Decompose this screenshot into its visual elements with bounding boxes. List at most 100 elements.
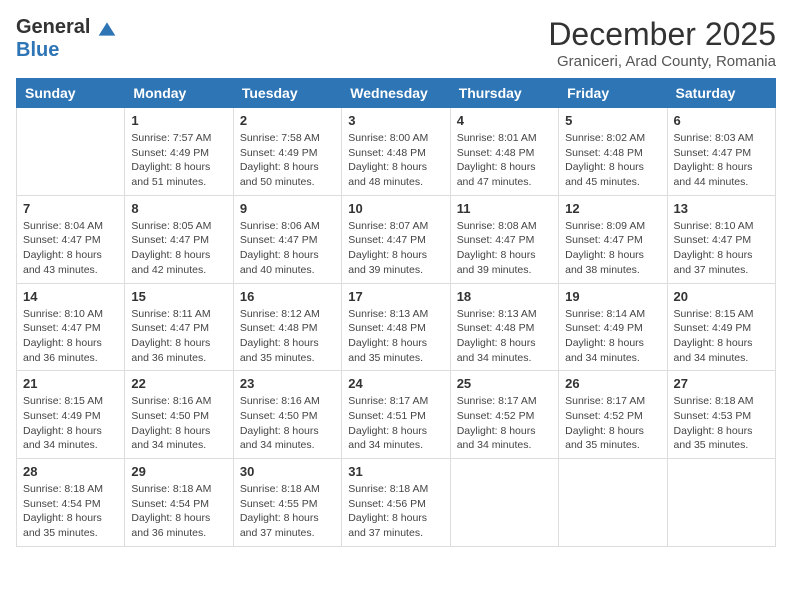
calendar-week-row: 7 Sunrise: 8:04 AMSunset: 4:47 PMDaylight… xyxy=(17,195,776,283)
calendar-cell xyxy=(450,459,558,547)
day-info: Sunrise: 8:16 AMSunset: 4:50 PMDaylight:… xyxy=(240,394,335,453)
day-number: 11 xyxy=(457,201,552,216)
calendar-cell: 5 Sunrise: 8:02 AMSunset: 4:48 PMDaylight… xyxy=(559,108,667,196)
calendar-week-row: 21 Sunrise: 8:15 AMSunset: 4:49 PMDayligh… xyxy=(17,371,776,459)
day-info: Sunrise: 8:17 AMSunset: 4:51 PMDaylight:… xyxy=(348,394,443,453)
day-info: Sunrise: 8:08 AMSunset: 4:47 PMDaylight:… xyxy=(457,219,552,278)
calendar-cell: 11 Sunrise: 8:08 AMSunset: 4:47 PMDayligh… xyxy=(450,195,558,283)
day-number: 20 xyxy=(674,289,769,304)
day-info: Sunrise: 8:16 AMSunset: 4:50 PMDaylight:… xyxy=(131,394,226,453)
day-info: Sunrise: 8:17 AMSunset: 4:52 PMDaylight:… xyxy=(457,394,552,453)
day-number: 13 xyxy=(674,201,769,216)
logo-blue: Blue xyxy=(16,39,117,61)
logo: General Blue xyxy=(16,16,117,61)
calendar-header-row: SundayMondayTuesdayWednesdayThursdayFrid… xyxy=(17,79,776,108)
day-info: Sunrise: 8:14 AMSunset: 4:49 PMDaylight:… xyxy=(565,307,660,366)
day-info: Sunrise: 8:09 AMSunset: 4:47 PMDaylight:… xyxy=(565,219,660,278)
day-number: 27 xyxy=(674,376,769,391)
calendar-week-row: 14Sunrise: 8:10 AMSunset: 4:47 PMDayligh… xyxy=(17,283,776,371)
logo-arrow-icon xyxy=(97,19,117,39)
day-number: 6 xyxy=(674,113,769,128)
weekday-header-monday: Monday xyxy=(125,79,233,108)
day-info: Sunrise: 8:06 AMSunset: 4:47 PMDaylight:… xyxy=(240,219,335,278)
weekday-header-friday: Friday xyxy=(559,79,667,108)
calendar-cell: 1 Sunrise: 7:57 AMSunset: 4:49 PMDaylight… xyxy=(125,108,233,196)
day-info: Sunrise: 8:10 AMSunset: 4:47 PMDaylight:… xyxy=(674,219,769,278)
day-number: 21 xyxy=(23,376,118,391)
day-info: Sunrise: 8:17 AMSunset: 4:52 PMDaylight:… xyxy=(565,394,660,453)
calendar-cell xyxy=(559,459,667,547)
day-info: Sunrise: 8:12 AMSunset: 4:48 PMDaylight:… xyxy=(240,307,335,366)
calendar-cell: 16 Sunrise: 8:12 AMSunset: 4:48 PMDayligh… xyxy=(233,283,341,371)
calendar-cell: 27 Sunrise: 8:18 AMSunset: 4:53 PMDayligh… xyxy=(667,371,775,459)
day-info: Sunrise: 7:58 AMSunset: 4:49 PMDaylight:… xyxy=(240,131,335,190)
calendar-cell: 8 Sunrise: 8:05 AMSunset: 4:47 PMDaylight… xyxy=(125,195,233,283)
day-info: Sunrise: 8:18 AMSunset: 4:53 PMDaylight:… xyxy=(674,394,769,453)
weekday-header-wednesday: Wednesday xyxy=(342,79,450,108)
day-number: 15 xyxy=(131,289,226,304)
day-number: 18 xyxy=(457,289,552,304)
month-title: December 2025 xyxy=(548,16,776,53)
calendar-table: SundayMondayTuesdayWednesdayThursdayFrid… xyxy=(16,78,776,547)
logo-general: General xyxy=(16,16,117,39)
day-info: Sunrise: 7:57 AMSunset: 4:49 PMDaylight:… xyxy=(131,131,226,190)
day-info: Sunrise: 8:13 AMSunset: 4:48 PMDaylight:… xyxy=(457,307,552,366)
day-number: 24 xyxy=(348,376,443,391)
calendar-cell: 7 Sunrise: 8:04 AMSunset: 4:47 PMDaylight… xyxy=(17,195,125,283)
day-number: 25 xyxy=(457,376,552,391)
day-info: Sunrise: 8:11 AMSunset: 4:47 PMDaylight:… xyxy=(131,307,226,366)
day-number: 1 xyxy=(131,113,226,128)
calendar-cell: 4Sunrise: 8:01 AMSunset: 4:48 PMDaylight… xyxy=(450,108,558,196)
calendar-week-row: 1 Sunrise: 7:57 AMSunset: 4:49 PMDaylight… xyxy=(17,108,776,196)
day-number: 8 xyxy=(131,201,226,216)
day-info: Sunrise: 8:05 AMSunset: 4:47 PMDaylight:… xyxy=(131,219,226,278)
weekday-header-tuesday: Tuesday xyxy=(233,79,341,108)
day-info: Sunrise: 8:18 AMSunset: 4:54 PMDaylight:… xyxy=(23,482,118,541)
calendar-cell: 24 Sunrise: 8:17 AMSunset: 4:51 PMDayligh… xyxy=(342,371,450,459)
day-info: Sunrise: 8:18 AMSunset: 4:55 PMDaylight:… xyxy=(240,482,335,541)
day-number: 2 xyxy=(240,113,335,128)
day-number: 3 xyxy=(348,113,443,128)
calendar-cell xyxy=(667,459,775,547)
day-info: Sunrise: 8:18 AMSunset: 4:56 PMDaylight:… xyxy=(348,482,443,541)
day-info: Sunrise: 8:13 AMSunset: 4:48 PMDaylight:… xyxy=(348,307,443,366)
weekday-header-thursday: Thursday xyxy=(450,79,558,108)
calendar-cell: 19 Sunrise: 8:14 AMSunset: 4:49 PMDayligh… xyxy=(559,283,667,371)
day-info: Sunrise: 8:15 AMSunset: 4:49 PMDaylight:… xyxy=(674,307,769,366)
calendar-cell: 29 Sunrise: 8:18 AMSunset: 4:54 PMDayligh… xyxy=(125,459,233,547)
day-info: Sunrise: 8:03 AMSunset: 4:47 PMDaylight:… xyxy=(674,131,769,190)
day-info: Sunrise: 8:04 AMSunset: 4:47 PMDaylight:… xyxy=(23,219,118,278)
day-number: 26 xyxy=(565,376,660,391)
day-number: 7 xyxy=(23,201,118,216)
day-number: 12 xyxy=(565,201,660,216)
day-number: 19 xyxy=(565,289,660,304)
weekday-header-sunday: Sunday xyxy=(17,79,125,108)
calendar-cell: 9 Sunrise: 8:06 AMSunset: 4:47 PMDaylight… xyxy=(233,195,341,283)
day-number: 9 xyxy=(240,201,335,216)
location: Graniceri, Arad County, Romania xyxy=(548,53,776,70)
day-number: 30 xyxy=(240,464,335,479)
calendar-cell: 21 Sunrise: 8:15 AMSunset: 4:49 PMDayligh… xyxy=(17,371,125,459)
day-number: 28 xyxy=(23,464,118,479)
day-info: Sunrise: 8:02 AMSunset: 4:48 PMDaylight:… xyxy=(565,131,660,190)
calendar-cell: 2 Sunrise: 7:58 AMSunset: 4:49 PMDaylight… xyxy=(233,108,341,196)
day-info: Sunrise: 8:00 AMSunset: 4:48 PMDaylight:… xyxy=(348,131,443,190)
calendar-cell xyxy=(17,108,125,196)
calendar-cell: 28 Sunrise: 8:18 AMSunset: 4:54 PMDayligh… xyxy=(17,459,125,547)
day-number: 16 xyxy=(240,289,335,304)
day-number: 23 xyxy=(240,376,335,391)
day-number: 5 xyxy=(565,113,660,128)
day-info: Sunrise: 8:01 AMSunset: 4:48 PMDaylight:… xyxy=(457,131,552,190)
calendar-cell: 25 Sunrise: 8:17 AMSunset: 4:52 PMDayligh… xyxy=(450,371,558,459)
day-info: Sunrise: 8:07 AMSunset: 4:47 PMDaylight:… xyxy=(348,219,443,278)
calendar-cell: 13 Sunrise: 8:10 AMSunset: 4:47 PMDayligh… xyxy=(667,195,775,283)
day-number: 29 xyxy=(131,464,226,479)
day-info: Sunrise: 8:15 AMSunset: 4:49 PMDaylight:… xyxy=(23,394,118,453)
day-info: Sunrise: 8:18 AMSunset: 4:54 PMDaylight:… xyxy=(131,482,226,541)
calendar-cell: 20 Sunrise: 8:15 AMSunset: 4:49 PMDayligh… xyxy=(667,283,775,371)
calendar-cell: 18 Sunrise: 8:13 AMSunset: 4:48 PMDayligh… xyxy=(450,283,558,371)
calendar-cell: 3 Sunrise: 8:00 AMSunset: 4:48 PMDaylight… xyxy=(342,108,450,196)
calendar-cell: 22 Sunrise: 8:16 AMSunset: 4:50 PMDayligh… xyxy=(125,371,233,459)
day-number: 10 xyxy=(348,201,443,216)
day-number: 22 xyxy=(131,376,226,391)
